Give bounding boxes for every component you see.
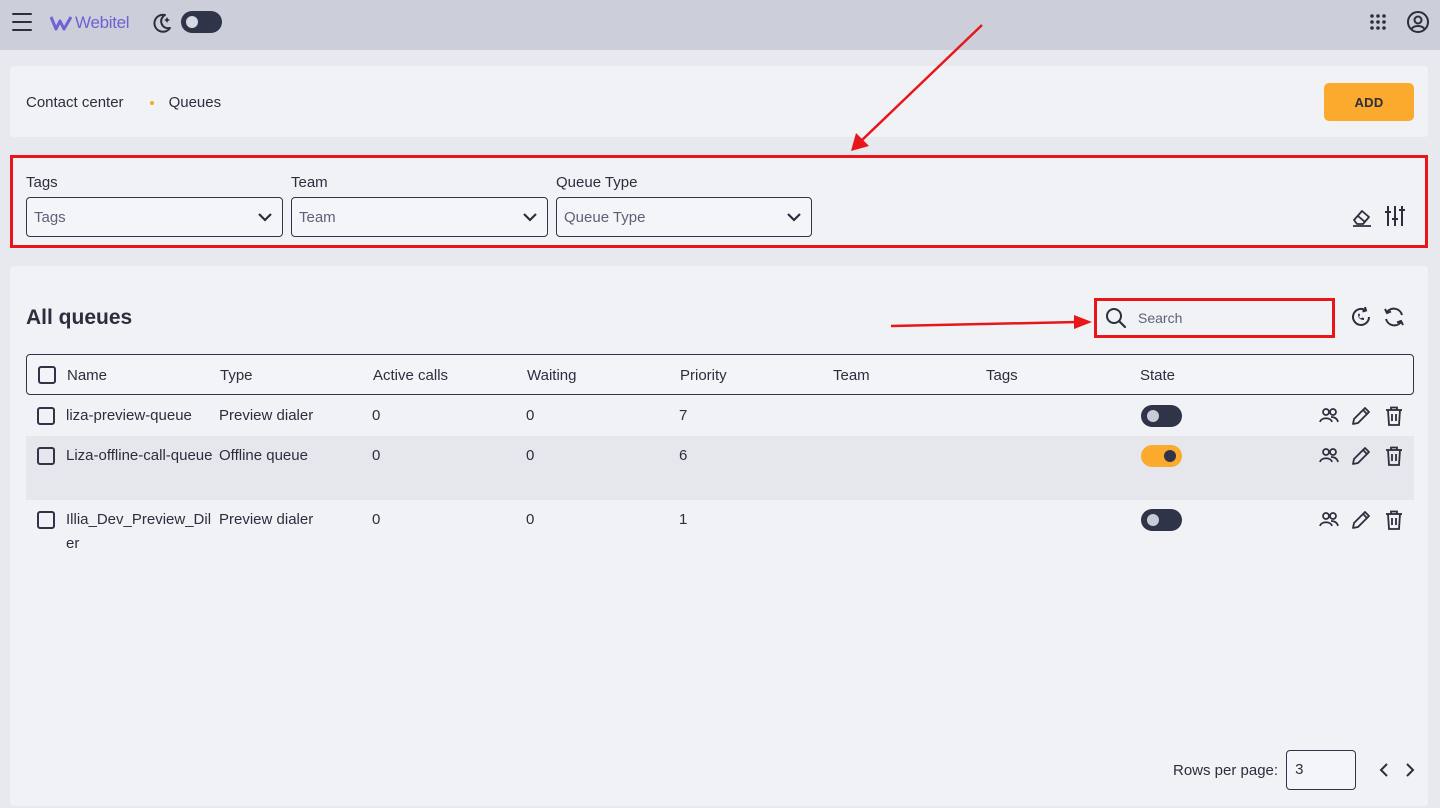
column-header-type[interactable]: Type	[220, 367, 253, 384]
eraser-icon[interactable]	[1351, 207, 1373, 227]
refresh-icon[interactable]	[1382, 305, 1406, 329]
members-icon[interactable]	[1318, 509, 1340, 531]
column-header-team[interactable]: Team	[833, 367, 870, 384]
chevron-right-icon[interactable]	[1401, 762, 1417, 778]
search-input[interactable]: Search	[1094, 298, 1335, 338]
select-all-checkbox[interactable]	[38, 366, 56, 384]
top-bar: Webitel	[0, 0, 1440, 50]
queue-type-select[interactable]: Queue Type	[556, 197, 812, 237]
row-type: Offline queue	[219, 447, 308, 464]
delete-icon[interactable]	[1383, 509, 1405, 531]
table-row[interactable]: Liza-offline-call-queue Offline queue 0 …	[26, 436, 1414, 500]
table-row[interactable]: liza-preview-queue Preview dialer 0 0 7	[26, 396, 1414, 436]
tags-select[interactable]: Tags	[26, 197, 283, 237]
menu-icon[interactable]	[12, 13, 32, 31]
row-name[interactable]: Illia_Dev_Preview_Diler	[66, 508, 214, 556]
toggle-knob	[186, 16, 198, 28]
team-select-placeholder: Team	[299, 208, 336, 226]
queue-type-filter-label: Queue Type	[556, 174, 638, 191]
row-priority: 7	[679, 407, 688, 424]
add-button[interactable]: ADD	[1324, 83, 1414, 121]
call-history-icon[interactable]	[1349, 305, 1373, 329]
toggle-knob	[1147, 514, 1159, 526]
state-toggle[interactable]	[1141, 405, 1182, 427]
breadcrumb-contact-center[interactable]: Contact center	[26, 94, 124, 111]
chevron-down-icon	[258, 213, 272, 222]
column-header-waiting[interactable]: Waiting	[527, 367, 576, 384]
breadcrumb-separator	[149, 100, 154, 105]
logo-text: Webitel	[75, 13, 130, 32]
chevron-down-icon	[523, 213, 537, 222]
team-select[interactable]: Team	[291, 197, 548, 237]
row-waiting: 0	[526, 447, 535, 464]
delete-icon[interactable]	[1383, 445, 1405, 467]
edit-icon[interactable]	[1350, 445, 1372, 467]
column-header-name[interactable]: Name	[67, 367, 107, 384]
row-waiting: 0	[526, 407, 535, 424]
row-waiting: 0	[526, 511, 535, 528]
row-type: Preview dialer	[219, 511, 314, 528]
team-filter-label: Team	[291, 174, 328, 191]
members-icon[interactable]	[1318, 405, 1340, 427]
row-type: Preview dialer	[219, 407, 314, 424]
row-checkbox[interactable]	[37, 407, 55, 425]
filters-panel: Tags Tags Team Team Queue Type Queue Typ…	[10, 155, 1428, 248]
row-checkbox[interactable]	[37, 447, 55, 465]
row-priority: 1	[679, 511, 688, 528]
row-checkbox[interactable]	[37, 511, 55, 529]
team-filter: Team Team	[291, 174, 548, 237]
table-row[interactable]: Illia_Dev_Preview_Diler Preview dialer 0…	[26, 500, 1414, 564]
column-header-tags[interactable]: Tags	[986, 367, 1018, 384]
members-icon[interactable]	[1318, 445, 1340, 467]
row-name[interactable]: liza-preview-queue	[66, 404, 214, 428]
tags-select-placeholder: Tags	[34, 208, 66, 226]
search-icon	[1106, 308, 1127, 329]
row-name[interactable]: Liza-offline-call-queue	[66, 444, 214, 468]
column-header-priority[interactable]: Priority	[680, 367, 727, 384]
row-active-calls: 0	[372, 447, 381, 464]
table-header: Name Type Active calls Waiting Priority …	[26, 354, 1414, 395]
pagination: Rows per page: 3	[1173, 750, 1415, 790]
toggle-knob	[1147, 410, 1159, 422]
row-active-calls: 0	[372, 407, 381, 424]
state-toggle[interactable]	[1141, 445, 1182, 467]
delete-icon[interactable]	[1383, 405, 1405, 427]
moon-icon	[153, 13, 171, 33]
column-header-active-calls[interactable]: Active calls	[373, 367, 448, 384]
column-header-state[interactable]: State	[1140, 367, 1175, 384]
account-icon[interactable]	[1406, 10, 1430, 34]
rows-per-page-label: Rows per page:	[1173, 761, 1279, 779]
search-placeholder: Search	[1138, 310, 1183, 326]
state-toggle[interactable]	[1141, 509, 1182, 531]
webitel-logo-icon	[50, 16, 72, 31]
chevron-down-icon	[787, 213, 801, 222]
edit-icon[interactable]	[1350, 405, 1372, 427]
page-header: Contact center Queues ADD	[10, 66, 1428, 137]
tags-filter: Tags Tags	[26, 174, 283, 237]
row-priority: 6	[679, 447, 688, 464]
edit-icon[interactable]	[1350, 509, 1372, 531]
queue-type-filter: Queue Type Queue Type	[556, 174, 812, 237]
toggle-knob	[1164, 450, 1176, 462]
theme-toggle[interactable]	[181, 11, 222, 33]
webitel-logo[interactable]: Webitel	[50, 11, 130, 35]
apps-grid-icon[interactable]	[1368, 12, 1388, 32]
rows-per-page-input[interactable]: 3	[1286, 750, 1357, 790]
breadcrumb-queues: Queues	[168, 94, 222, 111]
tags-filter-label: Tags	[26, 174, 58, 191]
queue-type-select-placeholder: Queue Type	[564, 208, 646, 226]
row-active-calls: 0	[372, 511, 381, 528]
queues-table-card: All queues Search Name Type Active calls…	[10, 266, 1428, 806]
table-title: All queues	[26, 306, 133, 329]
filter-settings-icon[interactable]	[1384, 204, 1406, 228]
breadcrumb: Contact center Queues	[26, 94, 221, 111]
chevron-left-icon[interactable]	[1377, 762, 1393, 778]
